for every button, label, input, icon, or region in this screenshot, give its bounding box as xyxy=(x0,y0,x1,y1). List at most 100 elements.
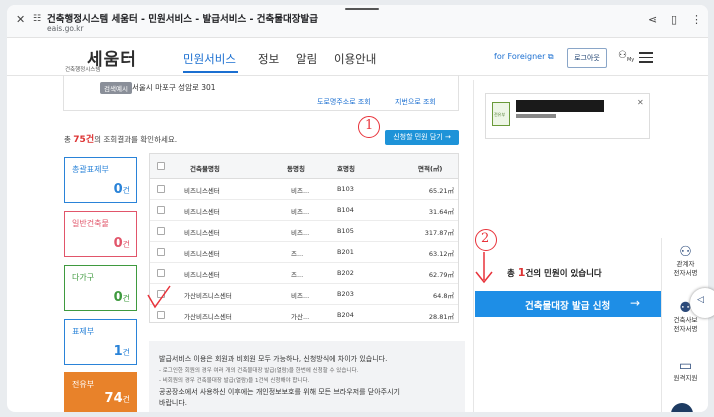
floating-assist-button[interactable]: ◁ xyxy=(690,288,714,318)
row-checkbox[interactable] xyxy=(157,269,165,277)
for-foreigner-link[interactable]: for Foreigner ⧉ xyxy=(494,52,554,62)
table-row[interactable]: 가산비즈니스센터 비즈... B203 64.8㎡ xyxy=(150,284,458,305)
card-general-title[interactable]: 총괄표제부 0건 xyxy=(64,157,137,203)
add-to-application-button[interactable]: 신청할 민원 담기 → xyxy=(385,130,459,145)
cell-area: 62.79㎡ xyxy=(428,271,454,279)
chevron-icon: ◁ xyxy=(697,295,704,305)
annotation-number-1: 1 xyxy=(365,118,374,133)
card-general-building[interactable]: 일반건축물 0건 xyxy=(64,211,137,257)
cell-ho: B201 xyxy=(337,248,354,256)
share-icon[interactable]: ⋖ xyxy=(648,13,657,26)
table-row[interactable]: 비즈니스센터 비즈... B103 65.21㎡ xyxy=(150,179,458,200)
notice-line-1: 발급서비스 이용은 회원과 비회원 모두 가능하나, 신청방식에 차이가 있습니… xyxy=(159,355,388,363)
more-icon[interactable]: ⋮ xyxy=(691,13,702,26)
notice-box: 발급서비스 이용은 회원과 비회원 모두 가능하나, 신청방식에 차이가 있습니… xyxy=(149,341,465,412)
card-multi-household[interactable]: 다가구 0건 xyxy=(64,265,137,311)
cart-item-card[interactable]: 전유부 ✕ xyxy=(485,93,650,139)
notice-line-5: 바랍니다. xyxy=(159,399,187,407)
cell-area: 65.21㎡ xyxy=(428,187,454,195)
row-checkbox[interactable] xyxy=(157,185,165,193)
cell-building-name: 가산비즈니스센터 xyxy=(184,313,232,321)
lot-number-search-link[interactable]: 지번으로 조회 xyxy=(395,97,436,107)
header-area: 면적(㎡) xyxy=(418,165,443,173)
logo-subtitle: 건축행정시스템 xyxy=(65,67,101,73)
cell-building-name: 비즈니스센터 xyxy=(184,208,220,216)
row-checkbox[interactable] xyxy=(157,227,165,235)
logout-button[interactable]: 로그아웃 xyxy=(567,48,607,68)
related-party-signature-button[interactable]: ⚇ 관계자 전자서명 xyxy=(662,244,708,278)
drag-handle[interactable] xyxy=(345,8,379,10)
results-table: 건축물명칭 동명칭 호명칭 면적(㎡) 비즈니스센터 비즈... B103 65.21… xyxy=(149,153,459,323)
cell-building-name: 가산비즈니스센터 xyxy=(184,292,232,300)
cell-dong: 비즈... xyxy=(291,292,310,300)
cell-dong: 비즈... xyxy=(291,229,310,237)
cell-building-name: 비즈니스센터 xyxy=(184,229,220,237)
table-row[interactable]: 가산비즈니스센터 가산... B204 28.81㎡ xyxy=(150,305,458,322)
person-sign-icon: ⚇ xyxy=(679,244,692,260)
cell-building-name: 비즈니스센터 xyxy=(184,187,220,195)
cell-ho: B204 xyxy=(337,311,354,319)
arrow-right-icon: → xyxy=(630,296,641,310)
road-address-search-link[interactable]: 도로명주소로 조회 xyxy=(317,97,371,107)
nav-info[interactable]: 정보 xyxy=(258,51,279,67)
row-checkbox[interactable] xyxy=(157,248,165,256)
redacted-detail xyxy=(516,114,556,118)
my-page-icon[interactable]: ⚇My xyxy=(618,50,634,63)
nav-active-indicator xyxy=(183,71,238,73)
cell-ho: B105 xyxy=(337,227,354,235)
close-icon[interactable]: ✕ xyxy=(16,13,25,26)
cell-ho: B203 xyxy=(337,290,354,298)
header-dong: 동명칭 xyxy=(287,165,305,173)
external-link-icon: ⧉ xyxy=(547,52,554,61)
table-row[interactable]: 비즈니스센터 비즈... B105 317.87㎡ xyxy=(150,221,458,242)
table-row[interactable]: 비즈니스센터 비즈... B104 31.64㎡ xyxy=(150,200,458,221)
issue-building-register-button[interactable]: 건축물대장 발급 신청 → xyxy=(475,291,661,317)
page-url[interactable]: eais.go.kr xyxy=(47,24,84,33)
remote-support-button[interactable]: ▭ 원격지원 xyxy=(662,358,708,383)
nav-notice[interactable]: 알림 xyxy=(296,51,317,67)
row-checkbox[interactable] xyxy=(157,206,165,214)
notice-line-2: - 로그인한 회원의 경우 여러 개의 건축물대장 발급(열람)을 한번에 신청… xyxy=(159,368,359,374)
bookmark-icon[interactable]: ▯ xyxy=(671,13,677,26)
table-row[interactable]: 비즈니스센터 즈... B202 62.79㎡ xyxy=(150,263,458,284)
cell-area: 317.87㎡ xyxy=(424,229,454,237)
site-settings-icon[interactable]: ☷ xyxy=(33,14,41,24)
cell-area: 31.64㎡ xyxy=(428,208,454,216)
search-example-text: 서울시 마포구 성암로 301 xyxy=(132,83,216,92)
monitor-icon: ▭ xyxy=(678,358,693,374)
cell-ho: B202 xyxy=(337,269,354,277)
header-ho: 호명칭 xyxy=(337,165,355,173)
redacted-address xyxy=(516,100,604,112)
search-example-badge: 검색예시 xyxy=(100,82,132,94)
cell-area: 63.12㎡ xyxy=(428,250,454,258)
browser-frame: ✕ ☷ 건축행정시스템 세움터 - 민원서비스 - 발급서비스 - 건축물대장발… xyxy=(7,5,708,412)
cell-ho: B104 xyxy=(337,206,354,214)
notice-line-3: - 비회원의 경우 건축물대장 발급(열람)을 1건씩 신청해야 합니다. xyxy=(159,378,310,384)
nav-civil-service[interactable]: 민원서비스 xyxy=(183,51,236,67)
card-exclusive-section[interactable]: 전유부 74건 xyxy=(64,372,137,412)
header-building-name: 건축물명칭 xyxy=(190,165,220,173)
table-row[interactable]: 비즈니스센터 즈... B201 63.12㎡ xyxy=(150,242,458,263)
document-icon: 전유부 xyxy=(492,102,510,126)
notice-line-4: 공공장소에서 사용하신 이후에는 개인정보보호를 위해 모든 브라우저를 닫아주… xyxy=(159,388,400,396)
site-logo[interactable]: 세움터 건축행정시스템 xyxy=(63,45,141,75)
annotation-arrow-down xyxy=(475,252,493,284)
pending-count: 총 1건의 민원이 있습니다 xyxy=(507,266,602,279)
cell-dong: 즈... xyxy=(291,271,304,279)
result-count: 총 75건의 조회결과를 확인하세요. xyxy=(64,135,178,145)
card-title-section[interactable]: 표제부 1건 xyxy=(64,319,137,365)
browser-toolbar: ✕ ☷ 건축행정시스템 세움터 - 민원서비스 - 발급서비스 - 건축물대장발… xyxy=(7,5,708,38)
nav-guide[interactable]: 이용안내 xyxy=(334,51,376,67)
cell-dong: 비즈... xyxy=(291,208,310,216)
remove-item-icon[interactable]: ✕ xyxy=(637,98,644,107)
cell-dong: 비즈... xyxy=(291,187,310,195)
menu-icon[interactable] xyxy=(639,52,653,66)
cell-area: 64.8㎡ xyxy=(433,292,454,300)
address-search-box: 검색예시 서울시 마포구 성암로 301 도로명주소로 조회 지번으로 조회 xyxy=(63,75,459,111)
page-title: 건축행정시스템 세움터 - 민원서비스 - 발급서비스 - 건축물대장발급 xyxy=(47,14,318,25)
select-all-checkbox[interactable] xyxy=(157,162,165,170)
cell-area: 28.81㎡ xyxy=(428,313,454,321)
cell-ho: B103 xyxy=(337,185,354,193)
quick-menu: ⚇ 관계자 전자서명 ⚉ 건축사보 전자서명 ▭ 원격지원 xyxy=(661,238,708,412)
annotation-checkmark xyxy=(147,285,171,309)
